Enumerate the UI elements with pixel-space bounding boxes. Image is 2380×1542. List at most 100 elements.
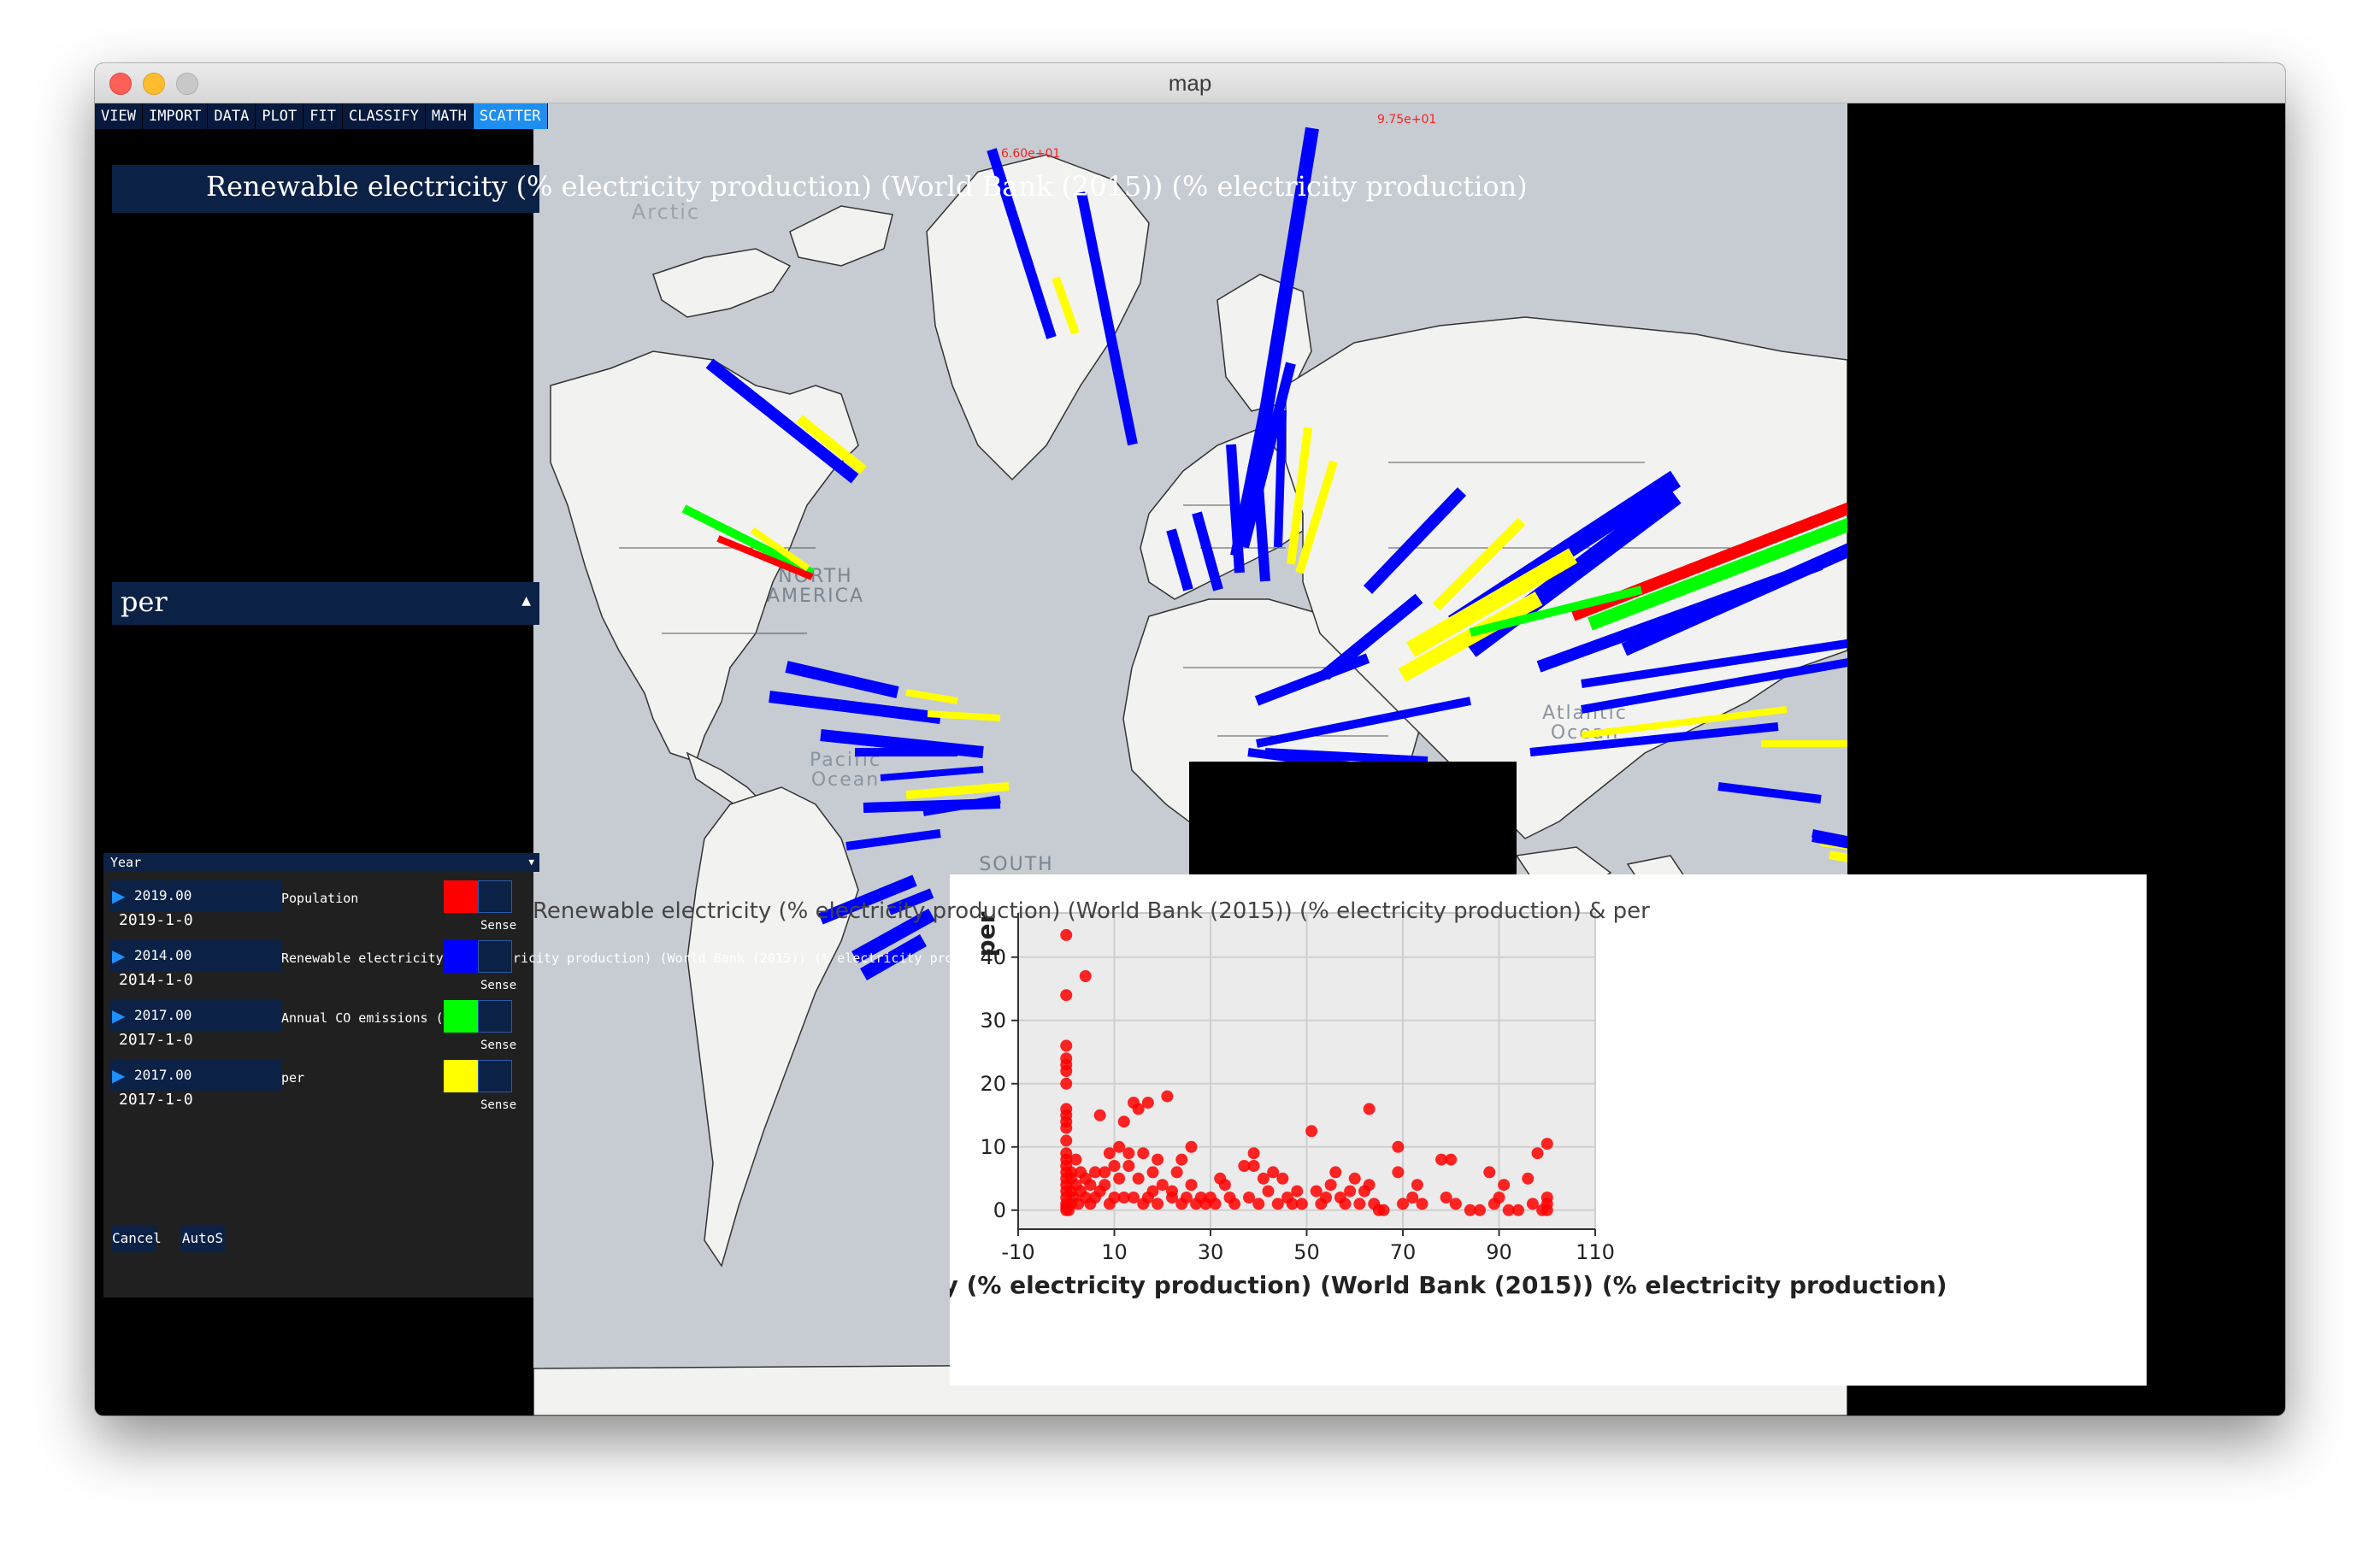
layer-year-value: 2014.00 <box>134 947 192 963</box>
menu-data[interactable]: DATA <box>208 103 256 129</box>
scatter-point <box>1152 1198 1164 1210</box>
app-content: VIEW IMPORT DATA PLOT FIT CLASSIFY MATH SCATTER… <box>95 103 2285 1415</box>
layer-name: per <box>281 1070 305 1086</box>
layer-color-swatch[interactable] <box>444 1060 478 1092</box>
layer-year-input[interactable]: ▶ 2017.00 <box>110 1000 281 1031</box>
scatter-point <box>1175 1153 1188 1166</box>
layer-sense-label: Sense <box>480 1098 517 1112</box>
scatter-point <box>1185 1179 1198 1192</box>
menu-scatter[interactable]: SCATTER <box>473 103 548 129</box>
scatter-point <box>1392 1166 1405 1179</box>
layer-year-input[interactable]: ▶ 2019.00 <box>110 880 281 911</box>
scatter-point <box>1252 1198 1265 1210</box>
scatter-point <box>1531 1147 1544 1160</box>
menu-bar: VIEW IMPORT DATA PLOT FIT CLASSIFY MATH SCATTER <box>95 103 548 129</box>
scatter-point <box>1099 1179 1111 1192</box>
map-label-north_america: AMERICA <box>767 586 864 607</box>
scatter-point <box>1060 1077 1073 1090</box>
scatter-point <box>1218 1179 1231 1192</box>
layer-color-swatch[interactable] <box>444 940 478 973</box>
layer-year-input[interactable]: ▶ 2014.00 <box>110 940 281 971</box>
scatter-point <box>1512 1204 1524 1216</box>
cancel-button[interactable]: Cancel <box>112 1225 162 1252</box>
scatter-point <box>1329 1166 1342 1179</box>
menu-plot[interactable]: PLOT <box>256 103 304 129</box>
layer-date: 2017-1-0 <box>119 1091 193 1109</box>
map-data-bar <box>1717 782 1822 803</box>
scatter-point <box>1392 1140 1405 1153</box>
map-label-pacific: Ocean <box>811 769 880 791</box>
scatter-point <box>1247 1160 1260 1172</box>
scatter-point <box>1295 1198 1308 1210</box>
scatter-point <box>1363 1103 1376 1115</box>
map-data-bar <box>1274 409 1287 548</box>
land-shape <box>686 786 859 1268</box>
layer-color-swatch[interactable] <box>444 880 478 913</box>
land-shape <box>789 205 893 267</box>
menu-import[interactable]: IMPORT <box>142 103 209 129</box>
scatter-point <box>1522 1172 1535 1185</box>
y-tick-label: 30 <box>980 1009 1006 1033</box>
scatter-point <box>1247 1147 1260 1160</box>
bar-value-label: 6.60e+01 <box>1001 147 1060 161</box>
menu-fit[interactable]: FIT <box>303 103 343 129</box>
layer-secondary-swatch[interactable] <box>478 1000 512 1033</box>
menu-math[interactable]: MATH <box>425 103 474 129</box>
autos-button[interactable]: AutoS <box>180 1225 225 1252</box>
scatter-point <box>1060 989 1073 1002</box>
map-data-bar <box>845 829 941 850</box>
x-tick-label: 50 <box>1293 1240 1320 1264</box>
scatter-point <box>1276 1172 1289 1185</box>
layer-date: 2019-1-0 <box>119 911 193 929</box>
map-label-arctic: Arctic <box>632 200 700 224</box>
map-data-bar <box>769 691 941 724</box>
overlay-black-box <box>1189 762 1517 881</box>
scatter-point <box>1152 1153 1164 1166</box>
layer-panel: ▶ 2019.00 2019-1-0 Population Sense ▶ 2014.00 2… <box>103 872 1015 1298</box>
y-tick-label: 20 <box>980 1072 1006 1096</box>
play-icon[interactable]: ▶ <box>112 880 125 911</box>
chevron-up-icon: ▲ <box>521 594 531 608</box>
map-data-bar <box>785 661 899 698</box>
scatter-point <box>1122 1160 1135 1172</box>
play-icon[interactable]: ▶ <box>112 1060 125 1091</box>
layer-year-input[interactable]: ▶ 2017.00 <box>110 1060 281 1091</box>
play-icon[interactable]: ▶ <box>112 940 125 971</box>
scatter-point <box>1344 1185 1357 1198</box>
layer-row: ▶ 2017.00 2017-1-0 per Sense <box>103 1051 533 1112</box>
layer-secondary-swatch[interactable] <box>478 1060 512 1092</box>
layer-sense-label: Sense <box>480 979 517 992</box>
variable-select[interactable]: per ▲ <box>112 582 539 625</box>
scatter-point <box>1541 1138 1553 1151</box>
year-dropdown[interactable]: Year ▼ <box>103 853 539 872</box>
scatter-point <box>1228 1198 1241 1210</box>
play-icon[interactable]: ▶ <box>112 1000 125 1031</box>
menu-view[interactable]: VIEW <box>95 103 143 129</box>
scatter-chart: -101030507090110010203040Renewable elect… <box>950 911 1947 1299</box>
layer-name: Population <box>281 891 359 906</box>
scatter-point <box>1445 1153 1458 1166</box>
map-title: Renewable electricity (% electricity pro… <box>206 170 1528 203</box>
menu-classify[interactable]: CLASSIFY <box>343 103 426 129</box>
scatter-point <box>1132 1172 1145 1185</box>
scatter-point <box>1493 1192 1505 1204</box>
scatter-point <box>1305 1125 1318 1138</box>
x-tick-label: 10 <box>1101 1240 1128 1264</box>
land-shape <box>652 248 792 318</box>
scatter-point <box>1474 1204 1486 1216</box>
scatter-point <box>1060 1039 1073 1052</box>
layer-year-value: 2017.00 <box>134 1007 192 1023</box>
layer-secondary-swatch[interactable] <box>478 940 512 973</box>
scatter-point <box>1113 1172 1126 1185</box>
layer-color-swatch[interactable] <box>444 1000 478 1033</box>
scatter-point <box>1141 1097 1154 1109</box>
layer-sense-label: Sense <box>480 919 517 933</box>
layer-secondary-swatch[interactable] <box>478 880 512 913</box>
scatter-point <box>1060 1121 1073 1134</box>
scatter-point <box>1483 1166 1496 1179</box>
layer-name: Renewable electricity (% electricity pro… <box>281 951 1015 966</box>
x-tick-label: 30 <box>1198 1240 1224 1264</box>
scatter-point <box>1079 970 1092 982</box>
window-title: map <box>1168 70 1212 96</box>
scatter-point <box>1137 1147 1150 1160</box>
